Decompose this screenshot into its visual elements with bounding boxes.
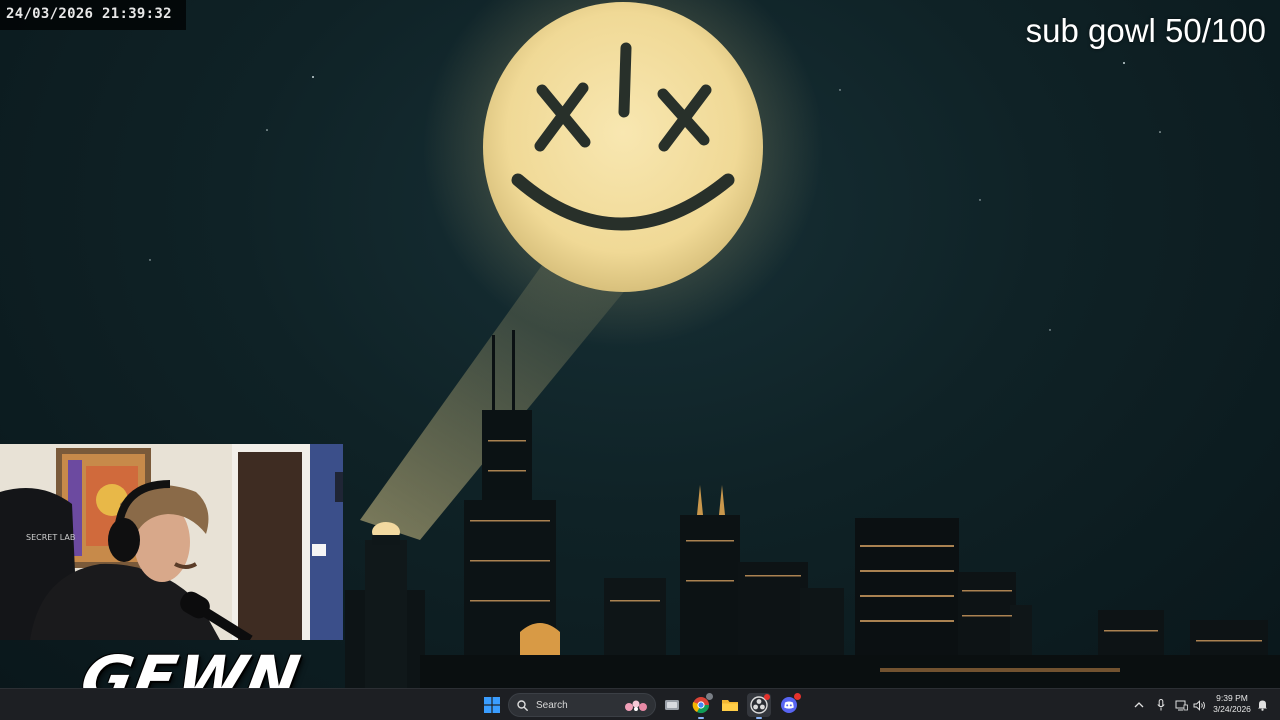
stream-timestamp: 24/03/2026 21:39:32: [0, 0, 186, 30]
smiley-signal: [483, 2, 763, 292]
taskbar-app-obs[interactable]: [747, 693, 771, 719]
bell-icon: [1257, 699, 1268, 711]
chair-brand-label: SECRET LAB: [26, 533, 75, 542]
clock-time: 9:39 PM: [1216, 693, 1248, 703]
windows-taskbar: Search 9:39 PM 3/24/2026: [0, 688, 1280, 720]
taskbar-search-box[interactable]: Search: [508, 693, 656, 717]
taskbar-clock[interactable]: 9:39 PM 3/24/2026: [1206, 693, 1258, 715]
tray-microphone[interactable]: [1152, 689, 1170, 720]
chevron-up-icon: [1134, 702, 1144, 708]
tray-overflow-button[interactable]: [1130, 689, 1148, 720]
search-label: Search: [536, 699, 568, 711]
taskbar-app-file-explorer[interactable]: [718, 693, 742, 717]
folder-icon: [722, 700, 738, 711]
start-button[interactable]: [480, 693, 504, 717]
sub-goal-counter: sub gowl 50/100: [1025, 12, 1266, 49]
chrome-running-indicator: [698, 717, 704, 719]
discord-notification-badge: [794, 693, 801, 700]
webcam-feed: SECRET LAB: [0, 444, 343, 640]
webcam-scene: SECRET LAB: [0, 444, 343, 640]
windows-logo-icon: [484, 697, 500, 713]
clock-date: 3/24/2026: [1213, 704, 1251, 714]
taskbar-app-discord[interactable]: [777, 693, 801, 717]
obs-running-indicator: [756, 717, 762, 719]
task-view-icon: [665, 700, 679, 710]
taskbar-app-task-view[interactable]: [660, 693, 684, 717]
recording-indicator-icon: [764, 694, 770, 700]
notification-center-button[interactable]: [1254, 689, 1270, 720]
search-highlight-icon: [625, 700, 647, 711]
speaker-icon: [1193, 699, 1205, 711]
chrome-profile-badge: [706, 693, 713, 700]
taskbar-app-chrome[interactable]: [689, 693, 713, 719]
microphone-icon: [1157, 699, 1165, 711]
network-icon: [1175, 700, 1188, 710]
tray-network[interactable]: [1172, 689, 1190, 720]
search-icon: [517, 699, 528, 711]
